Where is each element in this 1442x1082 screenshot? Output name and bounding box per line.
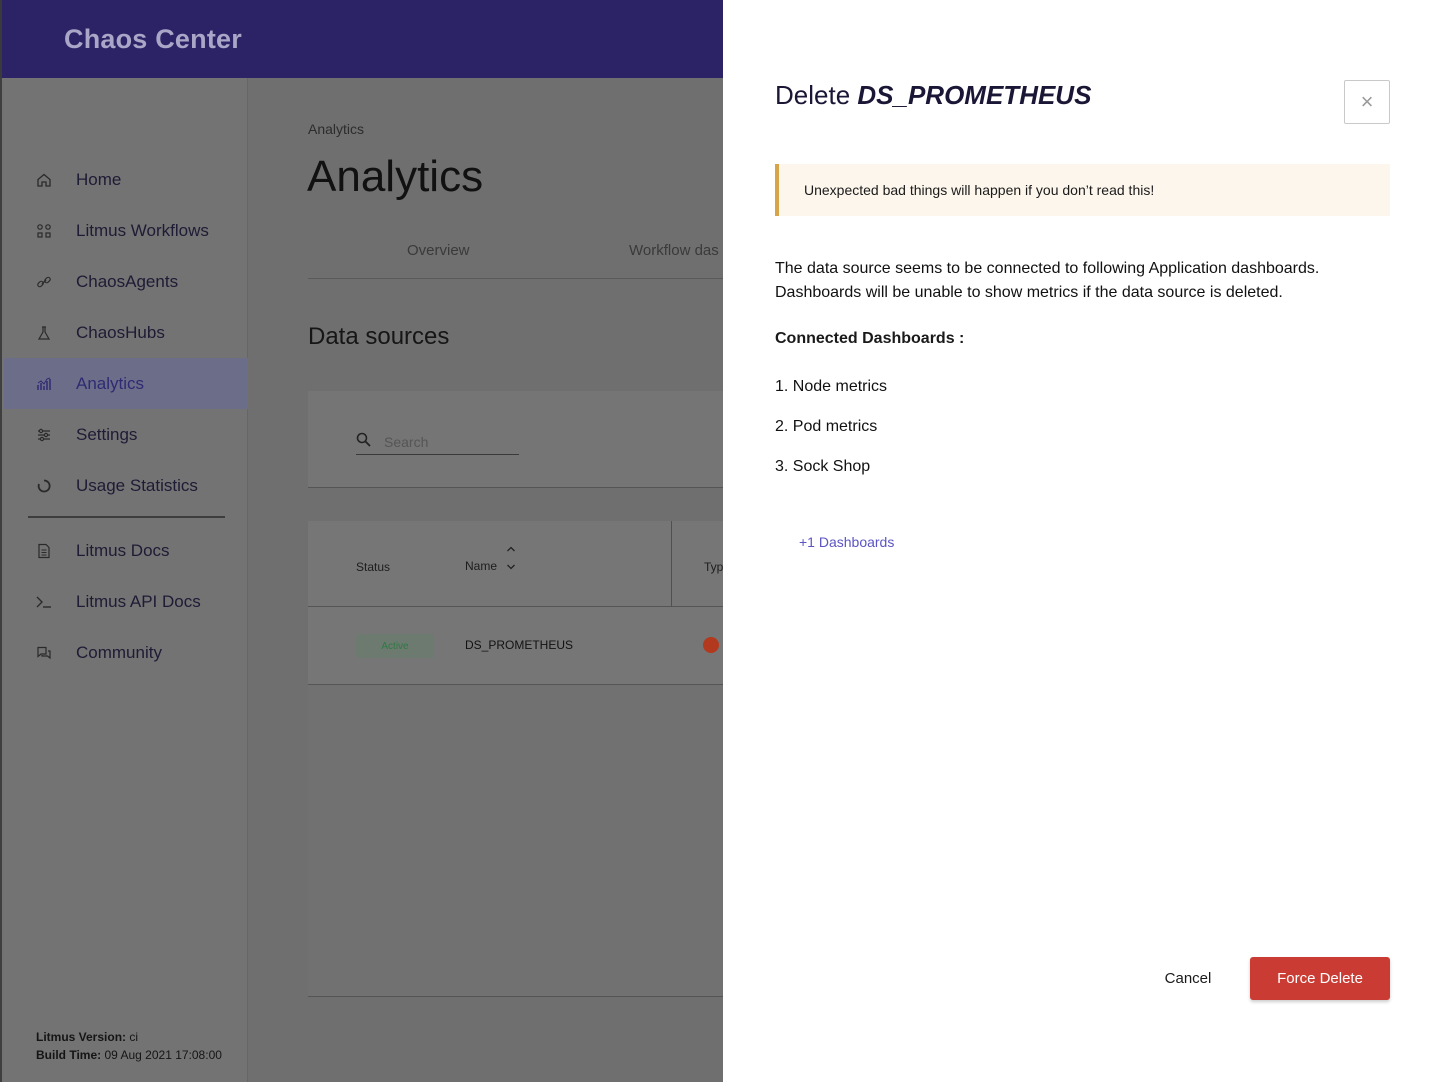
- close-button[interactable]: ×: [1344, 80, 1390, 124]
- connected-dashboards-heading: Connected Dashboards :: [775, 330, 965, 347]
- sidebar-item-litmus-docs[interactable]: Litmus Docs: [4, 525, 249, 576]
- analytics-icon: [34, 374, 54, 394]
- drawer-title-datasource: DS_PROMETHEUS: [857, 80, 1092, 110]
- document-icon: [34, 541, 54, 561]
- more-dashboards-link[interactable]: +1 Dashboards: [799, 534, 894, 550]
- search-card: [308, 391, 723, 488]
- dashboard-list-item: 2. Pod metrics: [775, 418, 878, 435]
- workflows-icon: [34, 221, 54, 241]
- section-title: Data sources: [308, 323, 450, 350]
- terminal-icon: [34, 592, 54, 612]
- chevron-up-icon: [506, 545, 516, 557]
- close-icon: ×: [1360, 89, 1374, 114]
- sidebar-item-label: Community: [76, 642, 162, 662]
- sidebar-item-litmus-api-docs[interactable]: Litmus API Docs: [4, 576, 249, 627]
- build-time: Build Time: 09 Aug 2021 17:08:00: [36, 1048, 222, 1062]
- chevron-down-icon: [506, 563, 516, 575]
- main-content: Analytics Analytics Overview Workflow da…: [248, 78, 723, 1082]
- sidebar-item-label: Settings: [76, 424, 138, 444]
- version-label: Litmus Version:: [36, 1030, 127, 1044]
- sidebar-item-label: ChaosHubs: [76, 322, 165, 342]
- page-title: Analytics: [307, 152, 484, 201]
- sidebar-divider: [28, 516, 225, 518]
- tab-workflow-dashboards[interactable]: Workflow das: [629, 242, 719, 259]
- description-line-1: The data source seems to be connected to…: [775, 260, 1320, 277]
- search-icon: [356, 432, 374, 451]
- table-footer-line: [308, 996, 723, 997]
- link-icon: [34, 272, 54, 292]
- version-value: ci: [129, 1030, 139, 1044]
- litmus-version: Litmus Version: ci: [36, 1030, 138, 1044]
- delete-datasource-drawer: Delete DS_PROMETHEUS × Unexpected bad th…: [723, 0, 1442, 1082]
- breadcrumb[interactable]: Analytics: [308, 121, 364, 137]
- data-sources-table: Status Name Typ Active DS_PROMETHEUS: [308, 521, 723, 997]
- search-field: [356, 429, 519, 455]
- description-line-2: Dashboards will be unable to show metric…: [775, 284, 1283, 301]
- warning-banner: Unexpected bad things will happen if you…: [775, 164, 1390, 216]
- sidebar: Home Litmus Workflows ChaosAgents ChaosH…: [0, 78, 249, 1082]
- prometheus-icon: [703, 637, 719, 653]
- tabs-divider: [308, 278, 723, 279]
- sidebar-item-analytics[interactable]: Analytics: [4, 358, 249, 409]
- column-header-status: Status: [356, 560, 391, 574]
- sidebar-item-label: Analytics: [76, 373, 145, 393]
- force-delete-button[interactable]: Force Delete: [1250, 957, 1390, 1000]
- sort-toggle[interactable]: [506, 545, 516, 575]
- datasource-name: DS_PROMETHEUS: [465, 638, 574, 652]
- flask-icon: [34, 323, 54, 343]
- sidebar-item-label: Litmus API Docs: [76, 591, 201, 611]
- usage-icon: [34, 476, 54, 496]
- sidebar-item-label: Home: [76, 169, 122, 189]
- dashboard-list-item: 3. Sock Shop: [775, 458, 871, 475]
- sidebar-item-settings[interactable]: Settings: [4, 409, 249, 460]
- app-frame: Chaos Center Home Litmus Workflows Chaos…: [0, 0, 1442, 1082]
- home-icon: [34, 170, 54, 190]
- tab-overview[interactable]: Overview: [407, 242, 470, 259]
- build-time-label: Build Time:: [36, 1048, 102, 1062]
- table-row[interactable]: Active DS_PROMETHEUS: [308, 607, 723, 685]
- sidebar-item-label: Litmus Docs: [76, 540, 170, 560]
- chat-icon: [34, 643, 54, 663]
- status-badge: Active: [356, 634, 434, 658]
- sidebar-item-community[interactable]: Community: [4, 627, 249, 678]
- search-input[interactable]: [384, 433, 504, 450]
- sidebar-item-label: Usage Statistics: [76, 475, 198, 495]
- sidebar-item-litmus-workflows[interactable]: Litmus Workflows: [4, 205, 249, 256]
- drawer-title: Delete DS_PROMETHEUS: [775, 80, 1091, 111]
- dashboard-list-item: 1. Node metrics: [775, 378, 888, 395]
- sidebar-item-label: ChaosAgents: [76, 271, 179, 291]
- sidebar-item-usage-statistics[interactable]: Usage Statistics: [4, 460, 249, 511]
- sidebar-item-chaoshubs[interactable]: ChaosHubs: [4, 307, 249, 358]
- sliders-icon: [34, 425, 54, 445]
- build-time-value: 09 Aug 2021 17:08:00: [104, 1048, 222, 1062]
- sidebar-item-home[interactable]: Home: [4, 154, 249, 205]
- sidebar-item-label: Litmus Workflows: [76, 220, 209, 240]
- table-header: Status Name Typ: [308, 521, 723, 607]
- drawer-description: The data source seems to be connected to…: [775, 257, 1395, 305]
- column-header-name[interactable]: Name: [465, 559, 497, 573]
- brand-title: Chaos Center: [64, 24, 242, 54]
- column-header-type: Typ: [704, 560, 724, 574]
- sidebar-item-chaosagents[interactable]: ChaosAgents: [4, 256, 249, 307]
- cancel-button[interactable]: Cancel: [1143, 957, 1233, 1000]
- drawer-title-prefix: Delete: [775, 80, 851, 110]
